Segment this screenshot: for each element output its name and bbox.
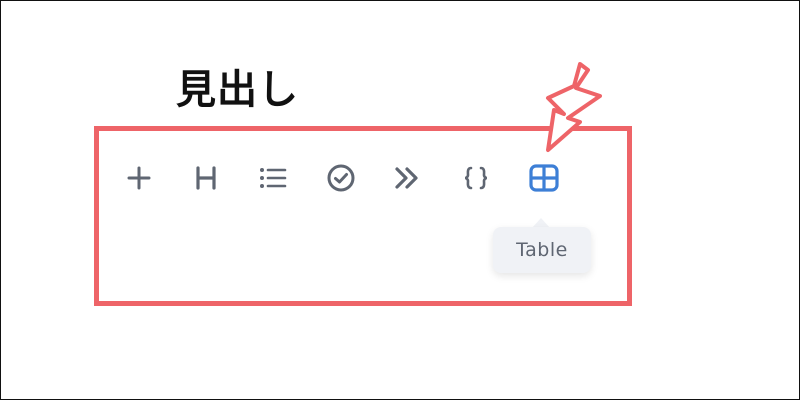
plus-icon	[126, 165, 152, 191]
table-tooltip: Table	[493, 227, 591, 273]
heading-label: 見出し	[176, 67, 299, 113]
heading-icon	[193, 165, 219, 191]
tooltip-label: Table	[516, 239, 568, 261]
braces-icon	[462, 165, 490, 191]
check-circle-icon	[326, 163, 356, 193]
list-icon	[258, 165, 288, 191]
double-chevron-right-icon	[392, 165, 422, 191]
annotation-arrow-icon	[546, 62, 602, 152]
bullet-list-button[interactable]	[255, 160, 291, 196]
todo-button[interactable]	[323, 160, 359, 196]
heading-button[interactable]	[188, 160, 224, 196]
toggle-button[interactable]	[389, 160, 425, 196]
add-block-button[interactable]	[121, 160, 157, 196]
table-icon	[528, 163, 560, 193]
table-button[interactable]	[526, 160, 562, 196]
code-block-button[interactable]	[458, 160, 494, 196]
